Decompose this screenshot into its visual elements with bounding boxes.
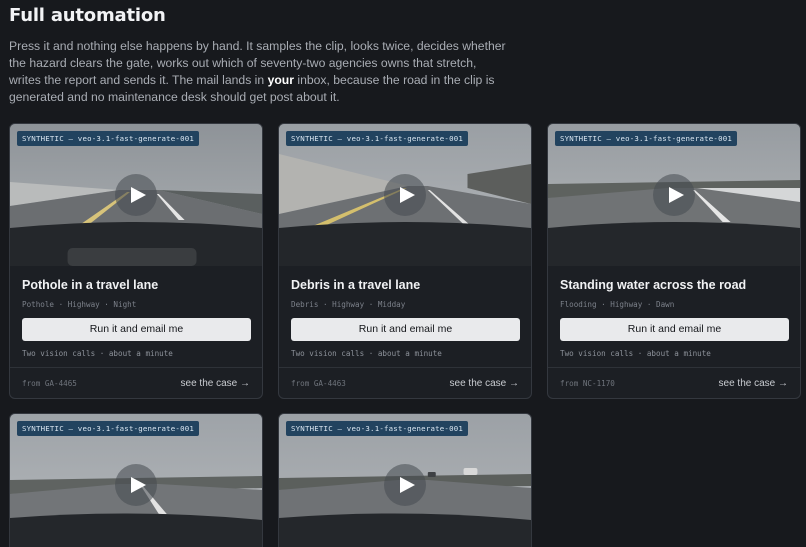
scenario-card: SYNTHETIC — veo-3.1-fast-generate-001: [278, 413, 532, 547]
run-note: Two vision calls · about a minute: [560, 349, 711, 358]
see-the-case-link[interactable]: see the case →: [450, 378, 519, 389]
synthetic-badge: SYNTHETIC — veo-3.1-fast-generate-001: [17, 131, 200, 146]
play-button[interactable]: [653, 174, 695, 216]
card-title: Pothole in a travel lane: [22, 278, 159, 292]
video-thumbnail[interactable]: SYNTHETIC — veo-3.1-fast-generate-001: [10, 124, 262, 266]
source-id: from NC-1170: [560, 378, 615, 388]
play-button[interactable]: [115, 464, 157, 506]
intro-emphasis: your: [267, 73, 294, 87]
play-button[interactable]: [384, 464, 426, 506]
run-and-email-button[interactable]: Run it and email me: [291, 318, 520, 341]
play-icon: [399, 187, 415, 203]
see-the-case-link[interactable]: see the case →: [719, 378, 788, 389]
card-tags: Debris · Highway · Midday: [291, 300, 406, 309]
card-tags: Flooding · Highway · Dawn: [560, 300, 675, 309]
card-tags: Pothole · Highway · Night: [22, 300, 137, 309]
video-thumbnail[interactable]: SYNTHETIC — veo-3.1-fast-generate-001: [279, 124, 531, 266]
synthetic-badge: SYNTHETIC — veo-3.1-fast-generate-001: [17, 421, 200, 436]
synthetic-badge: SYNTHETIC — veo-3.1-fast-generate-001: [555, 131, 738, 146]
source-id: from GA-4465: [22, 378, 77, 388]
run-note: Two vision calls · about a minute: [291, 349, 442, 358]
synthetic-badge: SYNTHETIC — veo-3.1-fast-generate-001: [286, 131, 469, 146]
synthetic-badge: SYNTHETIC — veo-3.1-fast-generate-001: [286, 421, 469, 436]
scenario-card: SYNTHETIC — veo-3.1-fast-generate-001: [9, 413, 263, 547]
scenario-card-pothole: SYNTHETIC — veo-3.1-fast-generate-001 Po…: [9, 123, 263, 399]
scenario-card-standing-water: SYNTHETIC — veo-3.1-fast-generate-001 St…: [547, 123, 801, 399]
run-note: Two vision calls · about a minute: [22, 349, 173, 358]
video-thumbnail[interactable]: SYNTHETIC — veo-3.1-fast-generate-001: [548, 124, 800, 266]
card-title: Debris in a travel lane: [291, 278, 421, 292]
video-thumbnail[interactable]: SYNTHETIC — veo-3.1-fast-generate-001: [10, 414, 262, 547]
play-button[interactable]: [384, 174, 426, 216]
play-icon: [130, 187, 146, 203]
source-id: from GA-4463: [291, 378, 346, 388]
video-thumbnail[interactable]: SYNTHETIC — veo-3.1-fast-generate-001: [279, 414, 531, 547]
run-and-email-button[interactable]: Run it and email me: [560, 318, 789, 341]
scenario-card-debris: SYNTHETIC — veo-3.1-fast-generate-001 De…: [278, 123, 532, 399]
play-button[interactable]: [115, 174, 157, 216]
page-title: Full automation: [9, 5, 166, 26]
intro-paragraph: Press it and nothing else happens by han…: [9, 39, 506, 104]
play-icon: [130, 477, 146, 493]
card-title: Standing water across the road: [560, 278, 747, 292]
card-footer: from GA-4463 see the case →: [279, 367, 531, 398]
run-and-email-button[interactable]: Run it and email me: [22, 318, 251, 341]
card-footer: from GA-4465 see the case →: [10, 367, 262, 398]
play-icon: [399, 477, 415, 493]
see-the-case-link[interactable]: see the case →: [181, 378, 250, 389]
card-footer: from NC-1170 see the case →: [548, 367, 800, 398]
play-icon: [668, 187, 684, 203]
